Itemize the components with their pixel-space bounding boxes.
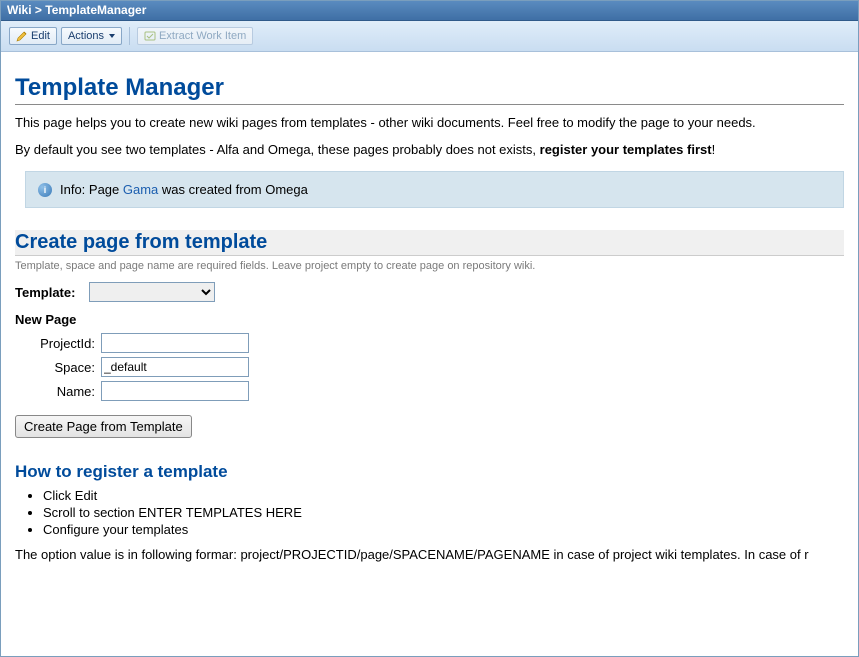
info-text: Info: Page Gama was created from Omega xyxy=(60,182,308,197)
breadcrumb-root[interactable]: Wiki xyxy=(7,3,32,17)
extract-work-item-button: Extract Work Item xyxy=(137,27,253,45)
info-suffix: was created from Omega xyxy=(158,182,308,197)
list-item: Click Edit xyxy=(43,488,844,503)
list-item: Scroll to section ENTER TEMPLATES HERE xyxy=(43,505,844,520)
new-page-fields: ProjectId: Space: Name: xyxy=(15,333,844,401)
intro-paragraph-1: This page helps you to create new wiki p… xyxy=(15,115,844,130)
edit-button[interactable]: Edit xyxy=(9,27,57,45)
info-prefix: Info: Page xyxy=(60,182,123,197)
howto-section-title: How to register a template xyxy=(15,462,844,482)
projectid-row: ProjectId: xyxy=(27,333,844,353)
info-page-link[interactable]: Gama xyxy=(123,182,158,197)
projectid-input[interactable] xyxy=(101,333,249,353)
breadcrumb-page[interactable]: TemplateManager xyxy=(45,3,146,17)
template-select[interactable] xyxy=(89,282,215,302)
list-item: Configure your templates xyxy=(43,522,844,537)
toolbar-separator xyxy=(129,27,130,45)
actions-dropdown-label: Actions xyxy=(68,30,104,42)
create-page-button[interactable]: Create Page from Template xyxy=(15,415,192,438)
workitem-icon xyxy=(144,30,156,42)
toolbar: Edit Actions Extract Work Item xyxy=(1,21,858,52)
projectid-label: ProjectId: xyxy=(27,336,95,351)
edit-button-label: Edit xyxy=(31,30,50,42)
space-label: Space: xyxy=(27,360,95,375)
page-title: Template Manager xyxy=(15,74,844,105)
breadcrumb-sep: > xyxy=(32,3,46,17)
window: Wiki > TemplateManager Edit Actions Extr… xyxy=(0,0,859,657)
content: Template Manager This page helps you to … xyxy=(1,52,858,651)
create-section-title: Create page from template xyxy=(15,230,844,256)
new-page-heading: New Page xyxy=(15,312,844,327)
howto-steps: Click Edit Scroll to section ENTER TEMPL… xyxy=(33,488,844,537)
pencil-icon xyxy=(16,30,28,42)
name-row: Name: xyxy=(27,381,844,401)
howto-footer: The option value is in following formar:… xyxy=(15,547,844,562)
chevron-down-icon xyxy=(109,34,115,38)
template-label: Template: xyxy=(15,285,89,300)
intro2-c: ! xyxy=(712,142,716,157)
name-label: Name: xyxy=(27,384,95,399)
intro2-a: By default you see two templates - Alfa … xyxy=(15,142,540,157)
info-icon: i xyxy=(38,183,52,197)
intro2-b: register your templates first xyxy=(540,142,712,157)
actions-dropdown[interactable]: Actions xyxy=(61,27,122,45)
name-input[interactable] xyxy=(101,381,249,401)
titlebar: Wiki > TemplateManager xyxy=(1,1,858,21)
extract-work-item-label: Extract Work Item xyxy=(159,30,246,42)
intro-paragraph-2: By default you see two templates - Alfa … xyxy=(15,142,844,157)
create-hint: Template, space and page name are requir… xyxy=(15,260,844,272)
space-row: Space: xyxy=(27,357,844,377)
template-row: Template: xyxy=(15,282,844,302)
space-input[interactable] xyxy=(101,357,249,377)
info-box: i Info: Page Gama was created from Omega xyxy=(25,171,844,208)
